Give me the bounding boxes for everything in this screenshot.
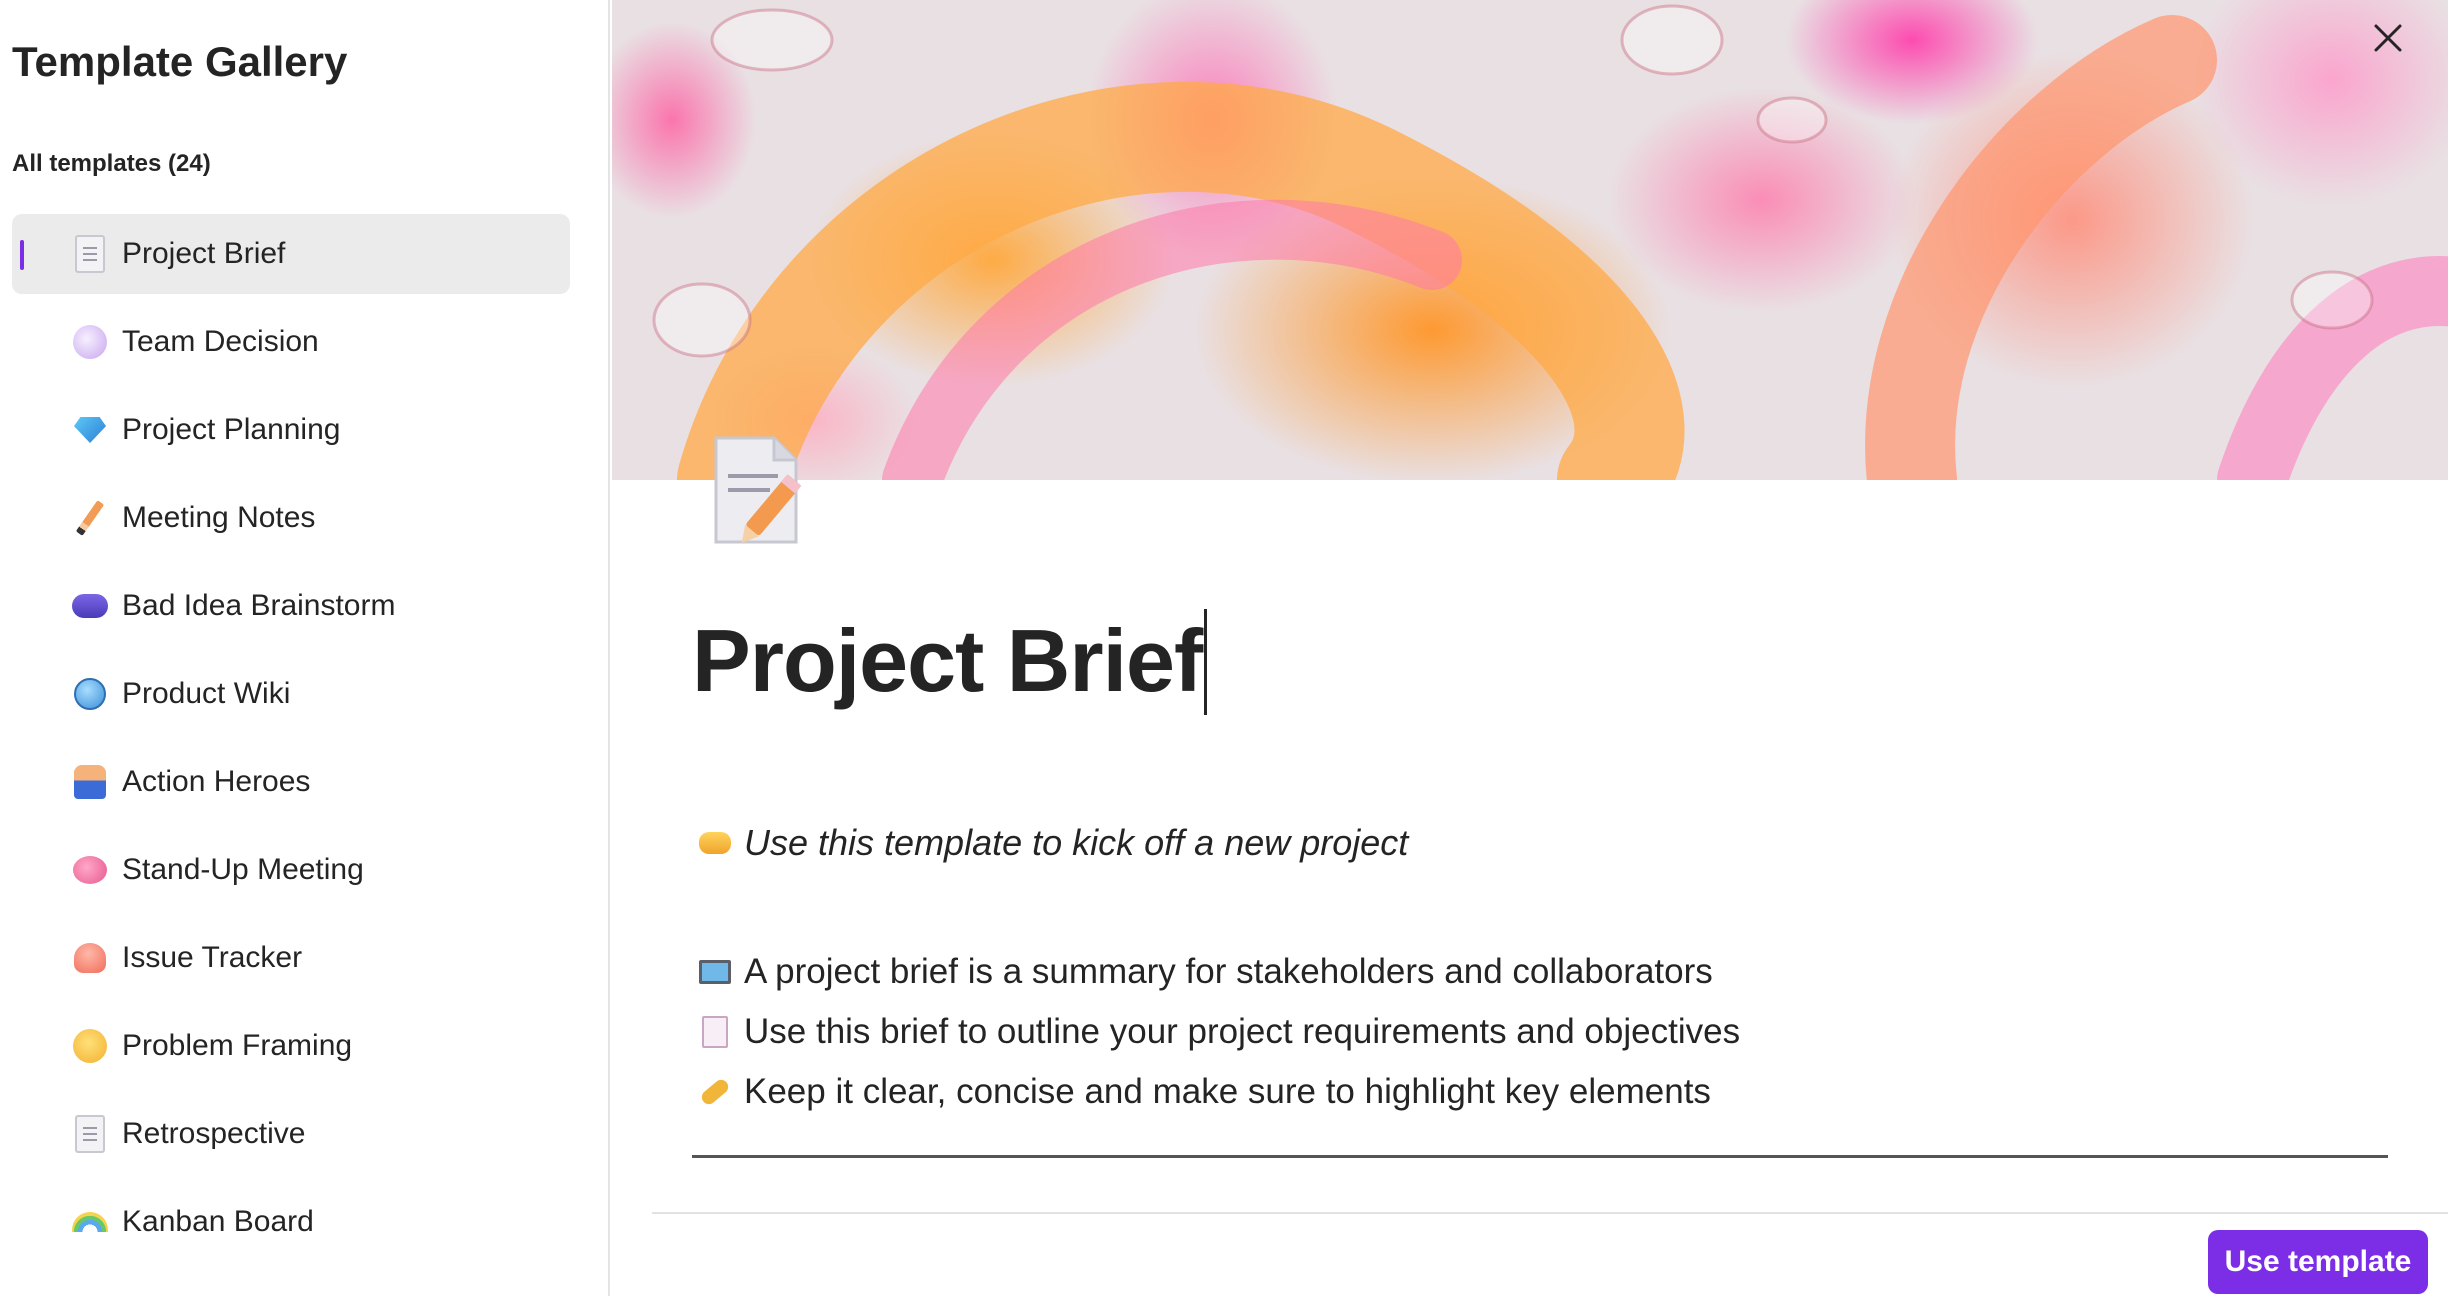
sidebar-item-issue-tracker[interactable]: Issue Tracker (12, 918, 570, 998)
unicorn-icon (70, 322, 110, 362)
list-item: A project brief is a summary for stakeho… (696, 942, 1740, 1002)
sidebar-item-team-decision[interactable]: Team Decision (12, 302, 570, 382)
cover-image (612, 0, 2448, 480)
octopus-icon (70, 938, 110, 978)
document-icon (70, 1114, 110, 1154)
sidebar-item-label: Issue Tracker (122, 941, 303, 974)
sidebar-item-kanban-board[interactable]: Kanban Board (12, 1182, 570, 1262)
sidebar-item-label: Bad Idea Brainstorm (122, 589, 396, 622)
sidebar-item-product-wiki[interactable]: Product Wiki (12, 654, 570, 734)
page-title[interactable]: Project Brief (692, 608, 1208, 721)
list-item-text: A project brief is a summary for stakeho… (744, 952, 1713, 991)
sidebar-item-retrospective[interactable]: Retrospective (12, 1094, 570, 1174)
use-template-button[interactable]: Use template (2208, 1230, 2428, 1294)
rainbow-icon (70, 1202, 110, 1242)
brain-icon (70, 850, 110, 890)
sidebar-item-label: Team Decision (122, 325, 319, 358)
memo-icon (70, 234, 110, 274)
close-icon (2374, 24, 2402, 52)
list-item-text: Keep it clear, concise and make sure to … (744, 1072, 1711, 1111)
cover-shapes (652, 4, 2448, 480)
sidebar-item-label: Retrospective (122, 1117, 306, 1150)
sidebar-item-stand-up-meeting[interactable]: Stand-Up Meeting (12, 830, 570, 910)
sidebar-item-project-planning[interactable]: Project Planning (12, 390, 570, 470)
list-item-text: Use this brief to outline your project r… (744, 1012, 1741, 1051)
tagline: Use this template to kick off a new proj… (696, 822, 1408, 864)
pointing-hand-icon (696, 832, 734, 854)
gem-icon (70, 410, 110, 450)
laptop-icon (696, 960, 734, 984)
key-icon (696, 1076, 734, 1108)
tagline-text: Use this template to kick off a new proj… (744, 822, 1409, 863)
sidebar-item-action-heroes[interactable]: Action Heroes (12, 742, 570, 822)
sidebar-item-project-brief[interactable]: Project Brief (12, 214, 570, 294)
template-preview: Project Brief Use this template to kick … (612, 0, 2448, 1296)
globe-icon (70, 674, 110, 714)
template-list: Project Brief Team Decision Project Plan… (12, 214, 570, 1270)
template-sidebar: Template Gallery All templates (24) Proj… (0, 0, 610, 1296)
divider (692, 1155, 2388, 1158)
sidebar-item-label: Product Wiki (122, 677, 291, 710)
page-title-text: Project Brief (692, 611, 1203, 710)
pencil-icon (70, 498, 110, 538)
page-memo-icon (714, 436, 802, 544)
thinking-face-icon (70, 1026, 110, 1066)
description-list: A project brief is a summary for stakeho… (696, 942, 1740, 1122)
footer-divider (652, 1212, 2448, 1214)
superhero-icon (70, 762, 110, 802)
storm-cloud-icon (70, 586, 110, 626)
all-templates-count[interactable]: All templates (24) (12, 150, 211, 178)
sidebar-item-label: Problem Framing (122, 1029, 353, 1062)
sidebar-item-label: Meeting Notes (122, 501, 316, 534)
sidebar-item-label: Stand-Up Meeting (122, 853, 364, 886)
sidebar-item-label: Action Heroes (122, 765, 311, 798)
close-button[interactable] (2364, 14, 2412, 62)
sidebar-title: Template Gallery (12, 38, 348, 85)
sidebar-item-problem-framing[interactable]: Problem Framing (12, 1006, 570, 1086)
sidebar-item-bad-idea-brainstorm[interactable]: Bad Idea Brainstorm (12, 566, 570, 646)
sidebar-item-label: Project Brief (122, 237, 286, 270)
bookmark-tabs-icon (696, 1016, 734, 1048)
list-item: Use this brief to outline your project r… (696, 1002, 1740, 1062)
list-item: Keep it clear, concise and make sure to … (696, 1062, 1740, 1122)
sidebar-item-meeting-notes[interactable]: Meeting Notes (12, 478, 570, 558)
sidebar-item-label: Project Planning (122, 413, 341, 446)
sidebar-item-label: Kanban Board (122, 1205, 314, 1238)
text-caret (1204, 608, 1208, 715)
